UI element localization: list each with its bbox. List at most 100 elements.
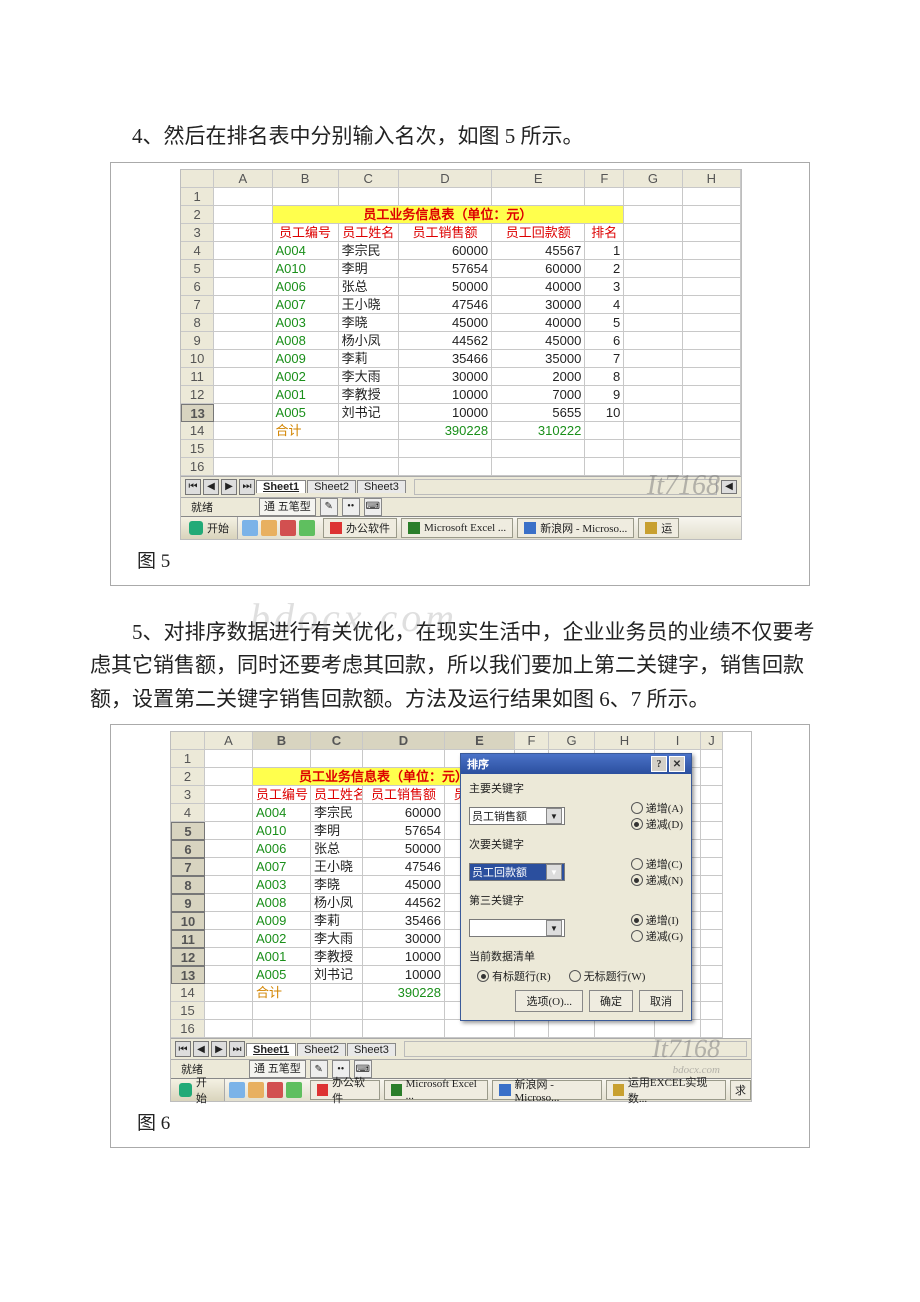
cell[interactable]: 30000	[399, 368, 492, 386]
cell[interactable]: 30000	[492, 296, 585, 314]
cell[interactable]: 310222	[492, 422, 585, 440]
row-header[interactable]: 11	[171, 930, 205, 948]
cell[interactable]: 50000	[399, 278, 492, 296]
cell[interactable]	[683, 224, 741, 242]
cell[interactable]	[624, 224, 682, 242]
taskbar-excel[interactable]: Microsoft Excel ...	[401, 518, 513, 538]
cell[interactable]	[701, 930, 723, 948]
cell[interactable]: 60000	[399, 242, 492, 260]
cell[interactable]	[683, 386, 741, 404]
cell[interactable]	[205, 804, 253, 822]
col-A[interactable]: A	[205, 732, 253, 750]
row-header[interactable]: 13	[181, 404, 214, 422]
cell[interactable]: A008	[273, 332, 339, 350]
taskbar-app[interactable]: 运	[638, 518, 679, 538]
cell[interactable]	[624, 458, 682, 476]
row-header[interactable]: 8	[171, 876, 205, 894]
cell[interactable]	[205, 1002, 253, 1020]
cell[interactable]	[492, 188, 585, 206]
ime-icon-dot[interactable]: ••	[342, 498, 360, 516]
cell[interactable]: 李莉	[339, 350, 399, 368]
cell[interactable]	[585, 188, 624, 206]
cell[interactable]: 45000	[399, 314, 492, 332]
cell[interactable]	[701, 1002, 723, 1020]
cell[interactable]	[205, 966, 253, 984]
cell[interactable]	[683, 458, 741, 476]
ql-mail-icon[interactable]	[267, 1082, 283, 1098]
cell[interactable]	[339, 458, 399, 476]
radio-asc-1[interactable]	[631, 802, 643, 814]
cell[interactable]	[624, 368, 682, 386]
cell[interactable]	[205, 840, 253, 858]
col-F[interactable]: F	[515, 732, 549, 750]
row-header[interactable]: 12	[181, 386, 214, 404]
cell[interactable]: 杨小凤	[339, 332, 399, 350]
cell[interactable]: 李明	[311, 822, 363, 840]
cell[interactable]: 李大雨	[311, 930, 363, 948]
cell[interactable]	[701, 804, 723, 822]
cell[interactable]: 9	[585, 386, 624, 404]
cell[interactable]: A010	[273, 260, 339, 278]
sheet-tab-3[interactable]: Sheet3	[347, 1043, 396, 1056]
row-header[interactable]: 10	[181, 350, 214, 368]
cell[interactable]: 李宗民	[339, 242, 399, 260]
cell[interactable]	[624, 278, 682, 296]
cell[interactable]	[701, 786, 723, 804]
row-header[interactable]: 2	[181, 206, 214, 224]
cell[interactable]: 刘书记	[339, 404, 399, 422]
cell[interactable]	[683, 260, 741, 278]
cell[interactable]: 3	[585, 278, 624, 296]
cell[interactable]	[214, 458, 272, 476]
row-header[interactable]: 5	[181, 260, 214, 278]
cell[interactable]	[205, 822, 253, 840]
cell[interactable]	[701, 822, 723, 840]
row-header[interactable]: 6	[171, 840, 205, 858]
sheet-tab-3[interactable]: Sheet3	[357, 480, 406, 493]
cell[interactable]: 10000	[399, 386, 492, 404]
taskbar-excel[interactable]: Microsoft Excel ...	[384, 1080, 489, 1100]
cell[interactable]: 7	[585, 350, 624, 368]
dialog-help-icon[interactable]: ?	[651, 756, 667, 772]
cell[interactable]	[683, 422, 741, 440]
cell[interactable]	[624, 314, 682, 332]
cell[interactable]	[701, 966, 723, 984]
cell[interactable]: A004	[273, 242, 339, 260]
cell[interactable]	[683, 440, 741, 458]
nav-next-icon[interactable]: ▶	[211, 1041, 227, 1057]
cell[interactable]: 李教授	[339, 386, 399, 404]
cell[interactable]	[399, 440, 492, 458]
cell[interactable]: 10000	[363, 948, 445, 966]
cell[interactable]: 47546	[363, 858, 445, 876]
cell[interactable]: A002	[273, 368, 339, 386]
row-header[interactable]: 16	[171, 1020, 205, 1038]
cell[interactable]	[339, 422, 399, 440]
cell[interactable]	[585, 440, 624, 458]
nav-prev-icon[interactable]: ◀	[193, 1041, 209, 1057]
cell[interactable]	[214, 386, 272, 404]
col-header-F[interactable]: F	[585, 170, 624, 188]
cell[interactable]: 45567	[492, 242, 585, 260]
col-B[interactable]: B	[253, 732, 311, 750]
corner-cell[interactable]	[171, 732, 205, 750]
cell[interactable]: A006	[273, 278, 339, 296]
cell[interactable]: 员工姓名	[311, 786, 363, 804]
cell[interactable]: 45000	[363, 876, 445, 894]
cell[interactable]	[515, 1020, 549, 1038]
cell[interactable]	[701, 768, 723, 786]
cell[interactable]	[214, 350, 272, 368]
col-header-C[interactable]: C	[339, 170, 399, 188]
cell[interactable]: 杨小凤	[311, 894, 363, 912]
cell[interactable]	[214, 260, 272, 278]
cell[interactable]	[595, 1020, 655, 1038]
cell[interactable]: 50000	[363, 840, 445, 858]
cell[interactable]	[253, 1020, 311, 1038]
row-header[interactable]: 3	[181, 224, 214, 242]
col-header-E[interactable]: E	[492, 170, 585, 188]
cell[interactable]	[311, 984, 363, 1002]
cell[interactable]	[624, 260, 682, 278]
row-header[interactable]: 3	[171, 786, 205, 804]
cell[interactable]	[205, 912, 253, 930]
col-G[interactable]: G	[549, 732, 595, 750]
sheet-tab-2[interactable]: Sheet2	[307, 480, 356, 493]
cell[interactable]: 2	[585, 260, 624, 278]
